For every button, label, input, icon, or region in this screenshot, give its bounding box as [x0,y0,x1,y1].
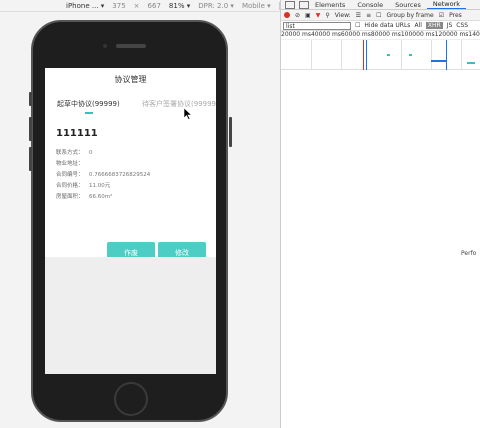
volume-up-button [29,117,32,141]
device-toggle-icon[interactable] [299,0,309,9]
tab-sources[interactable]: Sources [389,1,427,9]
inspect-icon[interactable] [285,0,295,9]
home-button[interactable] [114,382,148,416]
contract-number-value: 0.7666683726829524 [89,172,151,178]
filter-icon[interactable]: ▼ [316,12,321,19]
dpr-select[interactable]: DPR: 2.0 ▾ [198,2,234,10]
times-label: × [133,1,140,10]
grid-line [461,40,462,70]
power-button [229,117,232,147]
contract-number-row: 合同编号： 0.7666683726829524 [56,170,150,181]
contract-price-label: 合同价格： [56,183,84,189]
contract-title: 111111 [56,128,98,139]
tab-console[interactable]: Console [351,1,389,9]
filter-bar: list ☐ Hide data URLs All XHR JS CSS [281,21,480,31]
group-by-frame-label: Group by frame [386,11,434,19]
grid-line [401,40,402,70]
empty-list-area [45,257,216,374]
dom-marker-2 [446,40,447,70]
device-select[interactable]: iPhone ... ▾ [66,2,104,10]
contract-number-label: 合同编号： [56,172,84,178]
load-marker [363,40,364,70]
mode-select[interactable]: Mobile ▾ [242,2,271,10]
preserve-log-label: Pres [449,11,462,19]
network-toolbar: ⊘ ▣ ▼ ⚲ View: ☰ ≡ ☐ Group by frame ☑ Pre… [281,10,480,21]
house-area-value: 66.60m² [89,194,113,200]
timeline-ticks: 20000 ms40000 ms60000 ms80000 ms100000 m… [281,31,480,40]
address-row: 物业地址： [56,159,150,170]
list-view-icon[interactable]: ☰ [356,12,361,19]
request-bar [387,54,390,56]
contract-info: 联系方式： 0 物业地址： 合同编号： 0.7666683726829524 合… [56,148,150,203]
request-bar [409,54,412,56]
phone-frame: 协议管理 起草中协议(99999) 待客户签署协议(99999 111111 联… [29,20,232,422]
performance-label: Perfo [461,250,477,257]
preserve-log-checkbox[interactable]: ☑ [439,12,444,19]
timeline-overview[interactable] [281,40,480,70]
speaker [116,44,146,48]
grid-line [431,40,432,70]
grid-line [341,40,342,70]
hide-data-urls-checkbox[interactable]: ☐ [355,22,360,29]
view-label: View: [334,11,351,19]
filter-css[interactable]: CSS [456,22,468,29]
grid-line [311,40,312,70]
contact-row: 联系方式： 0 [56,148,150,159]
devtools-tabs: Elements Console Sources Network [281,0,480,10]
waterfall-icon[interactable]: ≡ [366,12,371,19]
capture-icon[interactable]: ▣ [305,12,311,19]
mute-button [29,92,32,106]
page-title: 协议管理 [114,75,147,84]
dom-marker [366,40,367,70]
contact-label: 联系方式： [56,150,84,156]
hide-data-urls-label: Hide data URLs [364,22,411,29]
device-toolbar: iPhone ... ▾ 375 × 667 81% ▾ DPR: 2.0 ▾ … [0,0,280,12]
contact-value: 0 [89,150,93,156]
group-by-frame-checkbox[interactable]: ☐ [376,12,381,19]
clear-icon[interactable]: ⊘ [295,12,300,19]
address-label: 物业地址： [56,161,84,167]
request-bar [431,60,447,62]
filter-js[interactable]: JS [447,22,453,29]
contract-price-row: 合同价格： 11.00元 [56,181,150,192]
zoom-select[interactable]: 81% ▾ [169,2,190,10]
search-icon[interactable]: ⚲ [325,12,329,19]
camera-icon [103,44,107,48]
request-bar [467,62,475,64]
width-field[interactable]: 375 [112,2,125,10]
house-area-row: 房屋面积： 66.60m² [56,192,150,203]
tab-drafting[interactable]: 起草中协议(99999) [57,99,120,109]
filter-all[interactable]: All [414,22,421,29]
volume-down-button [29,147,32,171]
filter-input[interactable]: list [283,21,351,30]
filter-xhr[interactable]: XHR [425,22,443,29]
cursor-icon [184,108,192,120]
active-tab-indicator [85,112,93,114]
devtools-panel: Elements Console Sources Network ⊘ ▣ ▼ ⚲… [280,0,480,428]
height-field[interactable]: 667 [148,2,161,10]
tab-network[interactable]: Network [426,0,466,9]
tab-pending-signature[interactable]: 待客户签署协议(99999 [142,99,216,109]
house-area-label: 房屋面积： [56,194,84,200]
contract-price-value: 11.00元 [89,183,111,189]
record-icon[interactable] [284,12,290,18]
tab-elements[interactable]: Elements [309,1,351,9]
